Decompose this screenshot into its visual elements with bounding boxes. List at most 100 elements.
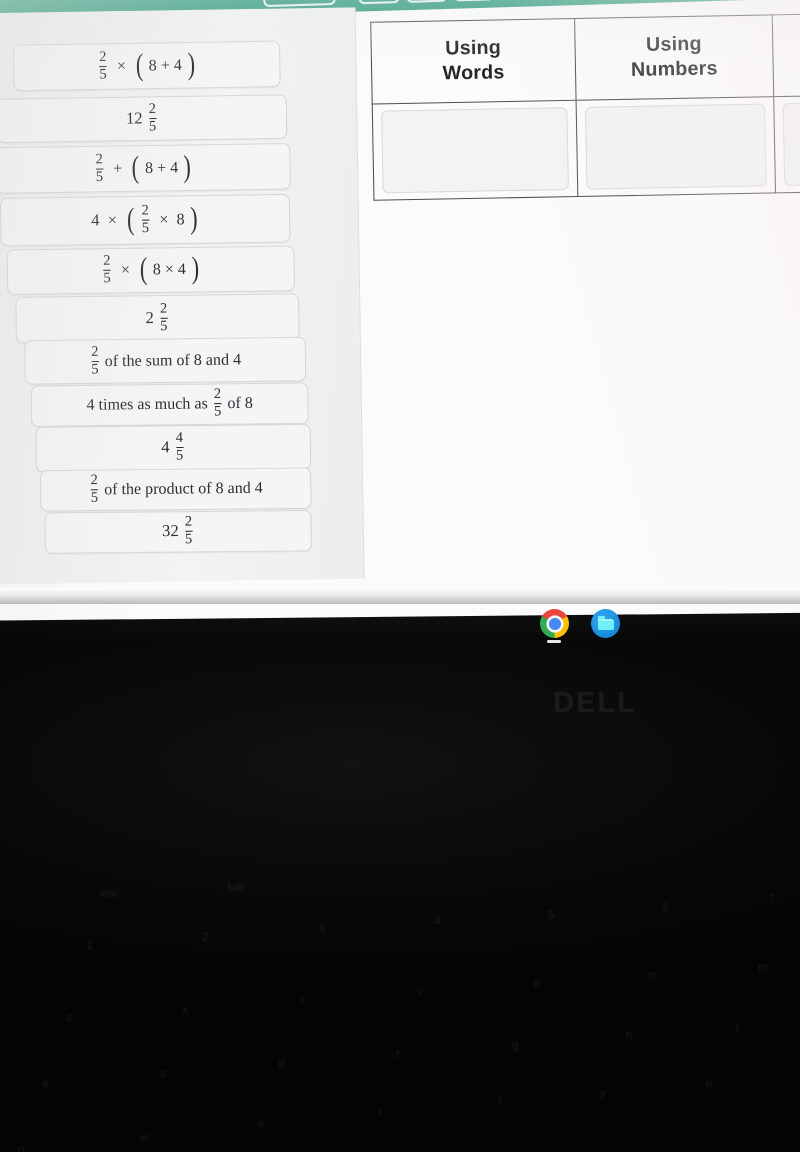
fraction-denominator: 5 xyxy=(175,446,184,464)
table-row xyxy=(372,95,800,201)
fraction-numerator: 2 xyxy=(213,386,222,403)
tile-text: 8 + 4 xyxy=(144,158,179,177)
dropzone-using-words[interactable] xyxy=(381,107,569,194)
tile-content: 445 xyxy=(161,430,185,464)
topbar-button-1[interactable] xyxy=(262,0,336,8)
fraction: 25 xyxy=(160,301,168,334)
tile-content: 32 2 5 xyxy=(162,514,194,548)
fraction: 25 xyxy=(141,202,150,236)
fraction-denominator: 5 xyxy=(184,530,193,548)
expression-tile[interactable]: 2 5 of the sum of 8 and 4 xyxy=(24,336,307,385)
topbar-button-3[interactable] xyxy=(405,0,448,3)
fraction-numerator: 4 xyxy=(175,430,184,446)
expression-tile[interactable]: 32 2 5 xyxy=(44,509,312,554)
topbar-button-4[interactable] xyxy=(453,0,496,2)
tile-text: 8 × 4 xyxy=(152,260,186,279)
cell-using-numbers[interactable] xyxy=(576,96,776,197)
tile-text: 4 times as much as xyxy=(86,394,208,414)
fraction: 25 xyxy=(103,253,111,287)
tile-text: 8 xyxy=(176,210,185,228)
header-line-1 xyxy=(773,55,800,56)
expression-tile[interactable]: 2 5 of the product of 8 and 4 xyxy=(39,467,312,512)
fraction-denominator: 5 xyxy=(95,167,104,185)
fraction-numerator: 2 xyxy=(184,514,193,530)
dropzone-using-numbers[interactable] xyxy=(584,103,767,190)
tile-content: 4 times as much as 2 5 of 8 xyxy=(86,386,253,422)
tile-content: 2 5 of the product of 8 and 4 xyxy=(88,472,263,507)
answer-table-wrapper: Using Words Using Numbers xyxy=(370,13,800,206)
fraction-denominator: 5 xyxy=(90,489,99,506)
fraction-numerator: 2 xyxy=(141,202,149,219)
fraction-denominator: 5 xyxy=(141,219,150,236)
header-line-2: Words xyxy=(442,61,505,85)
fraction-numerator: 2 xyxy=(91,343,99,360)
parenthesis: ( xyxy=(126,201,135,236)
parenthesis: ) xyxy=(187,46,196,81)
tile-content: 4 × (2 5 × 8) xyxy=(91,200,199,237)
fraction-denominator: 5 xyxy=(160,317,168,334)
fraction-denominator: 5 xyxy=(91,360,99,378)
whole-number: 32 xyxy=(162,522,179,541)
parenthesis: ( xyxy=(135,47,144,82)
parenthesis: ) xyxy=(191,251,200,286)
parenthesis: ) xyxy=(183,149,192,184)
fraction-denominator: 5 xyxy=(213,403,222,420)
tile-text: of the sum of 8 and 4 xyxy=(104,350,242,370)
expression-tile[interactable]: 4 times as much as 2 5 of 8 xyxy=(30,382,309,427)
cell-using-words[interactable] xyxy=(372,100,578,201)
column-header-third-truncated xyxy=(772,13,800,97)
fraction-numerator: 2 xyxy=(148,100,157,117)
files-icon[interactable] xyxy=(591,609,620,638)
whole-number: 4 xyxy=(91,211,100,230)
cell-third-truncated[interactable] xyxy=(773,95,800,193)
screen-bottom-edge xyxy=(0,588,800,604)
tile-text: of 8 xyxy=(227,394,253,413)
operator: × xyxy=(107,211,117,229)
fraction-denominator: 5 xyxy=(103,269,111,287)
fraction-denominator: 5 xyxy=(99,65,107,83)
fraction: 25 xyxy=(213,386,222,420)
topbar-button-2[interactable] xyxy=(357,0,400,5)
operator: × xyxy=(159,210,169,229)
tile-content: 12 2 5 xyxy=(125,100,159,135)
expression-tile[interactable]: 4 × (2 5 × 8) xyxy=(0,193,291,247)
dropzone-third[interactable] xyxy=(782,102,800,187)
fraction-numerator: 2 xyxy=(99,48,107,65)
expression-tile[interactable]: 2 25 xyxy=(15,293,300,344)
whole-number: 2 xyxy=(145,309,154,327)
answer-table: Using Words Using Numbers xyxy=(370,13,800,201)
whole-number: 4 xyxy=(161,438,170,457)
parenthesis: ( xyxy=(139,251,148,286)
fraction: 25 xyxy=(184,514,193,548)
column-header-using-numbers: Using Numbers xyxy=(574,14,774,101)
tile-content: 2 5 + (8 + 4) xyxy=(93,149,193,186)
fraction: 45 xyxy=(175,430,184,464)
fraction-numerator: 2 xyxy=(95,151,103,168)
whole-number: 12 xyxy=(125,109,143,128)
laptop-photo: DELL qwertyuasdfghjzxcvbnm1234567esctab … xyxy=(0,0,800,1152)
expression-tile[interactable]: 2 5 × (8 × 4) xyxy=(6,245,295,295)
expression-tile[interactable]: 2 5 + (8 + 4) xyxy=(0,142,291,194)
operator: + xyxy=(113,159,123,178)
fraction: 25 xyxy=(91,343,99,378)
header-line-2: Numbers xyxy=(630,57,718,82)
table-header-row: Using Words Using Numbers xyxy=(370,13,800,105)
tile-text: 8 + 4 xyxy=(148,56,182,75)
expression-tile[interactable]: 12 2 5 xyxy=(0,94,288,144)
operator: × xyxy=(120,261,131,279)
expression-tile[interactable]: 445 xyxy=(35,423,312,473)
fraction: 25 xyxy=(90,472,99,506)
fraction-numerator: 2 xyxy=(90,472,98,489)
fraction: 25 xyxy=(148,100,157,135)
expression-tile[interactable]: 2 5 × (8 + 4) xyxy=(12,40,281,92)
operator: × xyxy=(116,56,127,75)
tile-content: 2 5 × (8 + 4) xyxy=(97,46,197,83)
tile-content: 2 25 xyxy=(145,301,169,334)
chrome-running-indicator xyxy=(547,640,561,643)
parenthesis: ) xyxy=(189,200,198,236)
fraction-numerator: 2 xyxy=(103,253,111,269)
header-line-1: Using xyxy=(445,37,502,60)
chrome-icon[interactable] xyxy=(540,609,569,638)
fraction: 25 xyxy=(95,151,104,185)
header-line-1: Using xyxy=(645,33,702,57)
